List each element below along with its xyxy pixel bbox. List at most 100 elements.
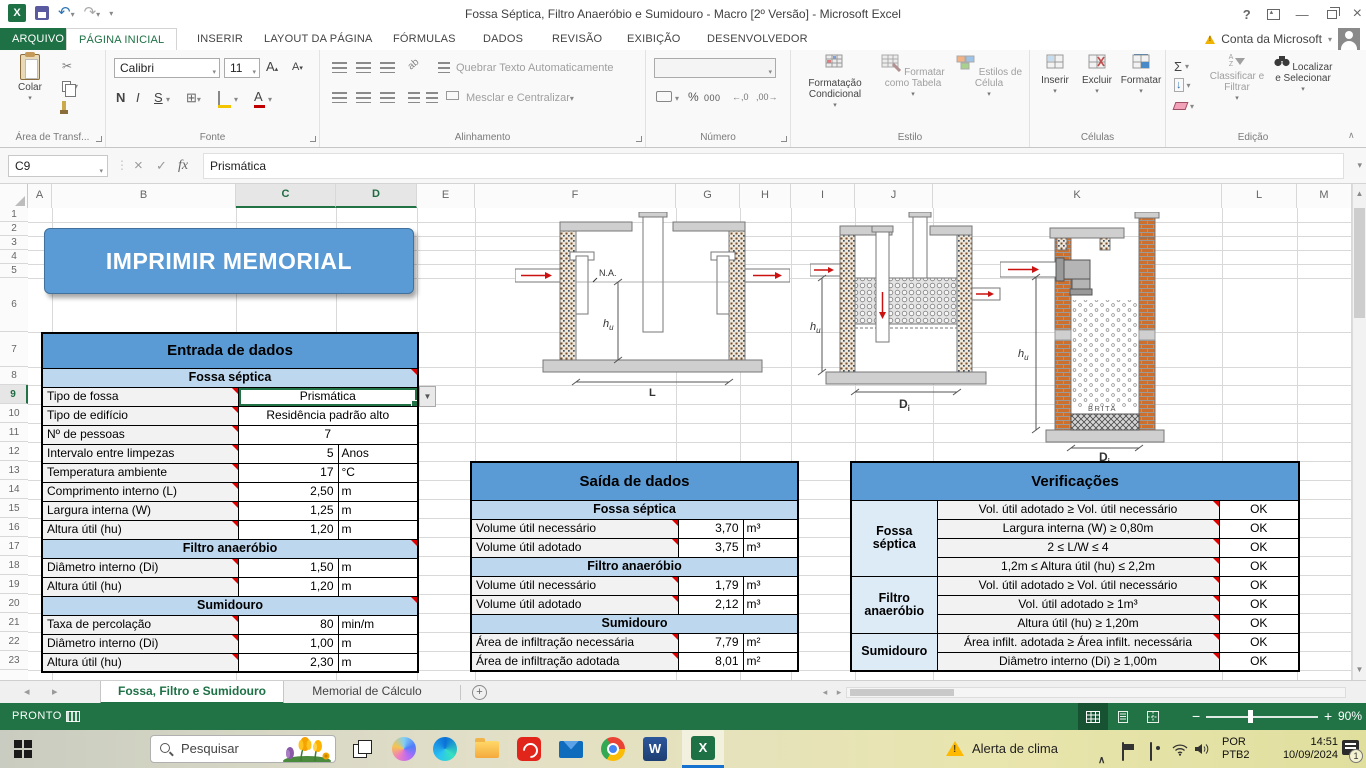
formula-input[interactable]: Prismática	[203, 153, 1344, 179]
wrap-text-icon[interactable]	[438, 62, 450, 73]
cell-unit[interactable]: m²	[742, 632, 799, 653]
ribbon-display-options-icon[interactable]	[1266, 8, 1280, 20]
row-header[interactable]: 4	[0, 250, 28, 264]
row-header[interactable]: 18	[0, 556, 28, 575]
cell-unit[interactable]: min/m	[337, 614, 419, 635]
cast-icon[interactable]	[1150, 742, 1152, 761]
cell-value[interactable]: 1,79	[677, 575, 744, 596]
check-status[interactable]: OK	[1218, 613, 1300, 634]
row-header[interactable]: 3	[0, 236, 28, 250]
find-select-button[interactable]: Localizar e Selecionar	[1270, 54, 1336, 95]
file-explorer-button[interactable]	[474, 736, 500, 762]
cell-value[interactable]: 1,50	[237, 557, 339, 578]
cell-value[interactable]: Residência padrão alto	[237, 405, 419, 426]
fill-button[interactable]: ↓ ▾	[1174, 77, 1191, 93]
row-header[interactable]: 12	[0, 442, 28, 461]
cell-label[interactable]: Volume útil adotado	[470, 537, 679, 558]
weather-warning-icon[interactable]	[946, 741, 964, 756]
weather-alert-label[interactable]: Alerta de clima	[972, 730, 1058, 768]
word-button[interactable]	[642, 736, 668, 762]
italic-button[interactable]: I	[136, 90, 140, 105]
cell-unit[interactable]: m³	[742, 594, 799, 615]
col-header-e[interactable]: E	[417, 184, 475, 208]
cancel-entry-icon[interactable]: ×	[134, 155, 143, 177]
excel-taskbar-button[interactable]	[682, 730, 724, 768]
horizontal-scrollbar[interactable]: ◂ ▸	[818, 686, 1346, 699]
sheet-tab-memorial[interactable]: Memorial de Cálculo	[284, 681, 450, 704]
cell-value[interactable]: 17	[237, 462, 339, 483]
decrease-decimal-icon[interactable]: ,00→	[756, 92, 778, 102]
row-header[interactable]: 10	[0, 404, 28, 423]
dialog-launcher-icon[interactable]	[310, 136, 316, 142]
col-header-f[interactable]: F	[475, 184, 676, 208]
font-size-combo[interactable]: 11	[224, 58, 260, 82]
cell-label[interactable]: Altura útil (hu)	[41, 576, 239, 597]
cell-unit[interactable]: m	[337, 557, 419, 578]
cell-unit[interactable]: m	[337, 633, 419, 654]
row-header[interactable]: 21	[0, 613, 28, 632]
tab-revisao[interactable]: REVISÃO	[540, 28, 614, 50]
cell-value[interactable]: 1,00	[237, 633, 339, 654]
worksheet-grid[interactable]: IMPRIMIR MEMORIAL N.A. hu L hu Di BRITA …	[28, 208, 1352, 680]
row-header[interactable]: 1	[0, 208, 28, 222]
select-all-corner[interactable]	[0, 184, 28, 208]
dialog-launcher-icon[interactable]	[96, 136, 102, 142]
cell-value[interactable]: 2,50	[237, 481, 339, 502]
align-center-icon[interactable]	[356, 92, 371, 103]
cell-label[interactable]: Volume útil necessário	[470, 518, 679, 539]
check-status[interactable]: OK	[1218, 594, 1300, 615]
wifi-icon[interactable]	[1172, 743, 1188, 756]
cell-label[interactable]: Tipo de edifício	[41, 405, 239, 426]
check-condition[interactable]: 2 ≤ L/W ≤ 4	[936, 537, 1220, 558]
cell-styles-button[interactable]: Estilos de Célula	[953, 54, 1025, 100]
tab-desenvolvedor[interactable]: DESENVOLVEDOR	[695, 28, 820, 50]
merge-center-icon[interactable]	[446, 91, 459, 100]
row-header[interactable]: 9	[0, 385, 28, 404]
zoom-in-icon[interactable]: +	[1324, 703, 1332, 730]
vertical-scrollbar[interactable]: ▲ ▼	[1352, 184, 1366, 680]
align-left-icon[interactable]	[332, 92, 347, 103]
check-status[interactable]: OK	[1218, 556, 1300, 577]
row-header[interactable]: 15	[0, 499, 28, 518]
col-header-h[interactable]: H	[740, 184, 791, 208]
scrollbar-thumb[interactable]	[1354, 208, 1365, 318]
cell-unit[interactable]: m³	[742, 518, 799, 539]
sort-filter-button[interactable]: AZ Classificar e Filtrar	[1206, 54, 1268, 104]
check-condition[interactable]: Diâmetro interno (Di) ≥ 1,00m	[936, 651, 1220, 672]
autosum-button[interactable]: Σ ▾	[1174, 58, 1189, 74]
battery-icon[interactable]	[1122, 742, 1124, 761]
col-header-m[interactable]: M	[1297, 184, 1352, 208]
new-sheet-icon[interactable]: +	[472, 685, 487, 700]
check-status[interactable]: OK	[1218, 632, 1300, 653]
format-as-table-button[interactable]: Formatar como Tabela	[875, 54, 951, 100]
normal-view-icon[interactable]	[1078, 703, 1108, 730]
cell-unit[interactable]: m	[337, 481, 419, 502]
cell-value[interactable]: 7,79	[677, 632, 744, 653]
cell-value[interactable]: 3,75	[677, 537, 744, 558]
tab-arquivo[interactable]: ARQUIVO	[0, 28, 77, 50]
wrap-text-label[interactable]: Quebrar Texto Automaticamente	[456, 62, 614, 74]
cell-label[interactable]: Área de infiltração adotada	[470, 651, 679, 672]
dialog-launcher-icon[interactable]	[781, 136, 787, 142]
row-header[interactable]: 23	[0, 651, 28, 670]
row-header[interactable]: 20	[0, 594, 28, 613]
format-painter-button[interactable]	[60, 98, 68, 114]
check-status[interactable]: OK	[1218, 537, 1300, 558]
macro-record-icon[interactable]	[66, 711, 80, 722]
cell-unit[interactable]: m³	[742, 537, 799, 558]
check-condition[interactable]: Área infilt. adotada ≥ Área infilt. nece…	[936, 632, 1220, 653]
col-header-i[interactable]: I	[791, 184, 855, 208]
cell-label[interactable]: Volume útil adotado	[470, 594, 679, 615]
chrome-button[interactable]	[600, 736, 626, 762]
zoom-out-icon[interactable]: −	[1192, 703, 1200, 730]
volume-icon[interactable]	[1194, 743, 1210, 755]
hidden-icons-chevron[interactable]: ∧	[1098, 742, 1105, 768]
cell-unit[interactable]: m	[337, 652, 419, 673]
cell-value[interactable]: 5	[237, 443, 339, 464]
cell-label[interactable]: Tipo de fossa	[41, 386, 239, 407]
scroll-down-icon[interactable]: ▼	[1353, 662, 1366, 678]
cell-unit[interactable]: m	[337, 519, 419, 540]
col-header-b[interactable]: B	[52, 184, 236, 208]
avatar[interactable]	[1338, 28, 1360, 50]
cell-unit[interactable]: Anos	[337, 443, 419, 464]
